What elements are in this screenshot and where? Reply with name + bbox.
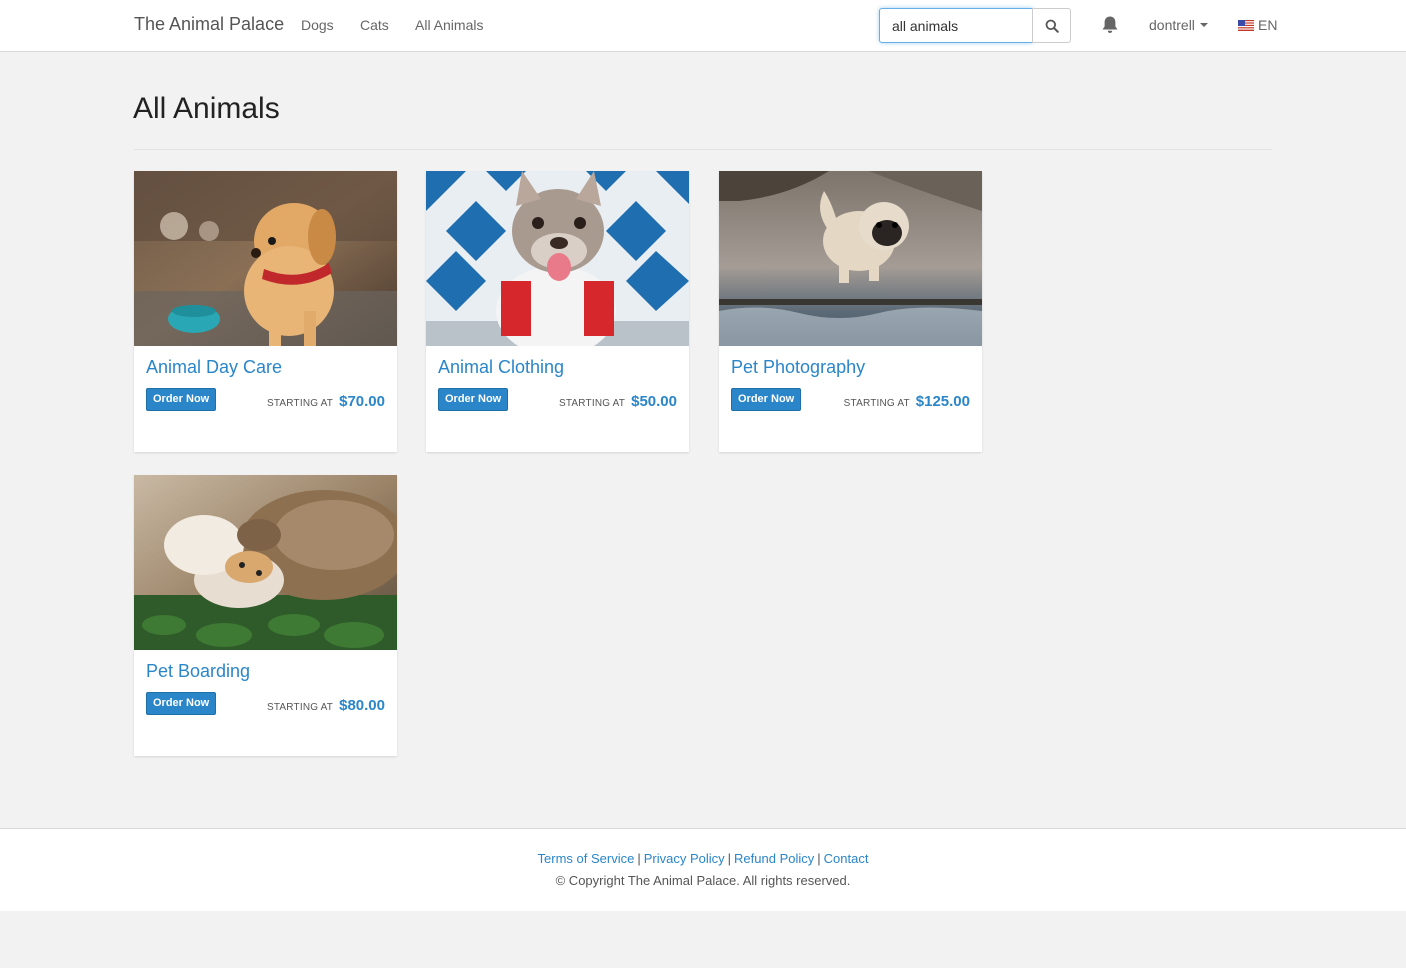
footer-link-terms[interactable]: Terms of Service: [538, 851, 635, 866]
product-card: Animal Day Care Order Now STARTING AT $7…: [134, 171, 397, 452]
order-now-button[interactable]: Order Now: [146, 388, 217, 411]
starting-at-label: STARTING AT: [267, 398, 334, 409]
nav-link-cats[interactable]: Cats: [360, 17, 389, 33]
footer-separator: |: [637, 851, 641, 866]
footer-separator: |: [727, 851, 732, 866]
bell-icon: [1102, 16, 1118, 33]
order-now-button[interactable]: Order Now: [146, 692, 217, 715]
product-card: Pet Photography Order Now STARTING AT $1…: [719, 171, 982, 452]
user-menu-dropdown[interactable]: dontrell: [1149, 17, 1208, 33]
puppy-photo[interactable]: [134, 171, 397, 346]
footer-separator: |: [817, 851, 821, 866]
starting-at-label: STARTING AT: [843, 398, 910, 409]
search-icon: [1045, 19, 1059, 33]
search-input[interactable]: [879, 8, 1033, 43]
bulldog-shirt-photo[interactable]: [426, 171, 689, 346]
order-now-button[interactable]: Order Now: [438, 388, 509, 411]
title-divider: [134, 149, 1272, 150]
jumping-pug-photo[interactable]: [719, 171, 982, 346]
nav-link-dogs[interactable]: Dogs: [301, 17, 334, 33]
copyright-text: © Copyright The Animal Palace. All right…: [555, 873, 851, 888]
brand-link[interactable]: The Animal Palace: [134, 14, 284, 35]
cat-and-dog-photo[interactable]: [134, 475, 397, 650]
footer-link-contact[interactable]: Contact: [824, 851, 869, 866]
price-value: $125.00: [915, 393, 970, 410]
footer-links: Terms of Service | Privacy Policy | Refund P…: [0, 851, 1406, 866]
footer-link-refund[interactable]: Refund Policy: [734, 851, 814, 866]
language-code: EN: [1258, 17, 1278, 33]
price-value: $50.00: [631, 393, 677, 410]
footer: Terms of Service | Privacy Policy | Refund P…: [0, 828, 1406, 911]
language-selector[interactable]: EN: [1238, 17, 1277, 33]
product-title[interactable]: Pet Photography: [731, 357, 865, 378]
footer-link-privacy[interactable]: Privacy Policy: [644, 851, 725, 866]
top-navbar: The Animal Palace Dogs Cats All Animals …: [0, 0, 1406, 52]
product-title[interactable]: Animal Clothing: [438, 357, 564, 378]
nav-link-all-animals[interactable]: All Animals: [415, 17, 483, 33]
price-block: STARTING AT $80.00: [267, 697, 385, 714]
product-title[interactable]: Pet Boarding: [146, 661, 250, 682]
starting-at-label: STARTING AT: [267, 702, 334, 713]
price-block: STARTING AT $70.00: [267, 393, 385, 410]
price-value: $80.00: [339, 697, 385, 714]
starting-at-label: STARTING AT: [559, 398, 626, 409]
product-card: Animal Clothing Order Now STARTING AT $5…: [426, 171, 689, 452]
price-value: $70.00: [339, 393, 385, 410]
price-block: STARTING AT $125.00: [844, 393, 970, 410]
order-now-button[interactable]: Order Now: [731, 388, 802, 411]
search-button[interactable]: [1032, 8, 1071, 43]
product-title[interactable]: Animal Day Care: [146, 357, 282, 378]
us-flag-icon: [1238, 19, 1254, 31]
notifications-button[interactable]: [1100, 14, 1120, 36]
price-block: STARTING AT $50.00: [559, 393, 677, 410]
chevron-down-icon: [1199, 23, 1208, 27]
product-card: Pet Boarding Order Now STARTING AT $80.0…: [134, 475, 397, 756]
user-name: dontrell: [1149, 17, 1195, 33]
page-title: All Animals: [133, 92, 280, 125]
